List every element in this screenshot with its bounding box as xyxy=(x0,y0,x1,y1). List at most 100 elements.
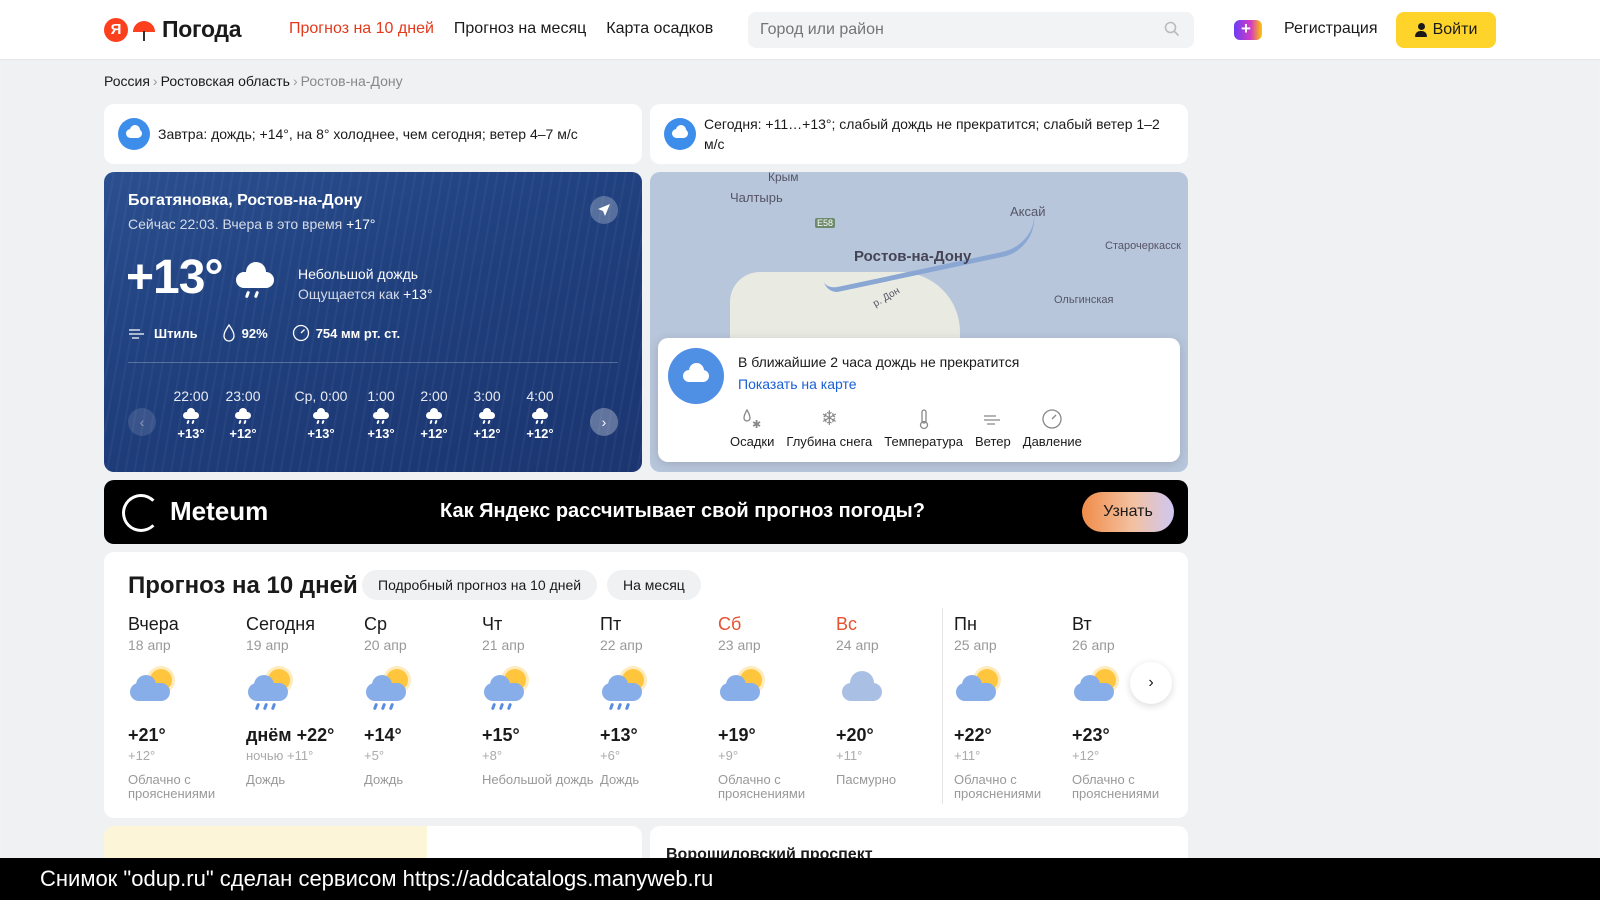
show-on-map-link[interactable]: Показать на карте xyxy=(738,376,857,392)
nowcast-popup: В ближайшие 2 часа дождь не прекратится … xyxy=(658,338,1180,462)
layer-pressure[interactable]: Давление xyxy=(1023,408,1082,449)
nav-month[interactable]: Прогноз на месяц xyxy=(454,20,586,38)
breadcrumb-separator: › xyxy=(292,73,298,89)
rain-icon xyxy=(233,408,253,425)
forecast-day[interactable]: Пн 25 апр +22° +11° Облачно с прояснениями xyxy=(954,614,1066,801)
current-params: Штиль 92% 754 мм рт. ст. xyxy=(128,324,400,342)
current-temperature: +13° xyxy=(126,251,224,304)
main-nav: Прогноз на 10 дней Прогноз на месяц Карт… xyxy=(289,20,713,38)
layer-snow-depth[interactable]: ❄ Глубина снега xyxy=(786,408,872,449)
rain-cloud-icon xyxy=(668,348,724,404)
forecast-day[interactable]: Вт 26 апр +23° +12° Облачно с прояснениями xyxy=(1072,614,1184,801)
layer-temperature[interactable]: Температура xyxy=(884,408,963,449)
rain-icon xyxy=(424,408,444,425)
umbrella-logo-icon xyxy=(132,18,156,42)
forecast-title: Прогноз на 10 дней xyxy=(128,572,358,599)
wind-param: Штиль xyxy=(128,324,198,342)
layer-label: Глубина снега xyxy=(786,434,873,449)
forecast-day[interactable]: Сб 23 апр +19° +9° Облачно с прояснениями xyxy=(718,614,830,801)
detailed-forecast-pill[interactable]: Подробный прогноз на 10 дней xyxy=(362,570,598,600)
day-name: Пт xyxy=(600,614,622,634)
nowcast-text: В ближайшие 2 часа дождь не прекратится xyxy=(738,354,1020,370)
meteum-banner[interactable]: Meteum Как Яндекс рассчитывает свой прог… xyxy=(104,480,1188,544)
day-date: 20 апр xyxy=(364,637,407,653)
breadcrumb-country[interactable]: Россия xyxy=(104,73,150,89)
learn-more-button[interactable]: Узнать xyxy=(1082,492,1174,532)
partly-cloudy-icon xyxy=(128,665,178,711)
day-condition: Небольшой дождь xyxy=(482,772,594,787)
tomorrow-alert-card[interactable]: Завтра: дождь; +14°, на 8° холоднее, чем… xyxy=(104,104,642,164)
breadcrumb-region[interactable]: Ростовская область xyxy=(161,73,290,89)
register-link[interactable]: Регистрация xyxy=(1284,20,1378,38)
hour-time: 4:00 xyxy=(526,388,554,404)
thermometer-icon xyxy=(919,409,928,430)
hour-temp: +13° xyxy=(307,426,335,441)
day-date: 19 апр xyxy=(246,637,289,653)
day-low: +12° xyxy=(128,748,156,763)
day-date: 25 апр xyxy=(954,637,997,653)
day-date: 26 апр xyxy=(1072,637,1115,653)
hour-time: 3:00 xyxy=(473,388,501,404)
hour-temp: +13° xyxy=(367,426,395,441)
partly-cloudy-icon xyxy=(1072,665,1122,711)
day-name: Вс xyxy=(836,614,858,634)
day-low: +11° xyxy=(836,748,863,763)
day-condition: Облачно с прояснениями xyxy=(1072,772,1160,801)
day-low: +5° xyxy=(364,748,385,763)
layer-label: Ветер xyxy=(975,434,1011,449)
hours-prev-button[interactable]: ‹ xyxy=(128,408,156,436)
ten-day-forecast: Прогноз на 10 дней Подробный прогноз на … xyxy=(104,552,1188,818)
location-name[interactable]: Богатяновка, Ростов-на-Дону xyxy=(128,192,362,210)
map-city: Ростов-на-Дону xyxy=(854,248,972,265)
map-label: Старочеркасск xyxy=(1105,240,1181,252)
day-low: ночью +11° xyxy=(246,748,314,763)
day-high: +20° xyxy=(836,725,874,745)
wind-value: Штиль xyxy=(154,325,198,341)
day-low: +12° xyxy=(1072,748,1100,763)
road-badge: Е58 xyxy=(815,218,836,228)
precipitation-map[interactable]: Крым Чалтырь Аксай Старочеркасск Ольгинс… xyxy=(650,172,1188,472)
forecast-next-button[interactable]: › xyxy=(1130,662,1172,704)
rain-icon xyxy=(181,408,201,425)
logo[interactable]: Я Погода xyxy=(104,16,242,43)
humidity-value: 92% xyxy=(241,325,268,341)
week-separator xyxy=(942,608,943,804)
today-alert-card[interactable]: Сегодня: +11…+13°; слабый дождь не прекр… xyxy=(650,104,1188,164)
nav-precipitation-map[interactable]: Карта осадков xyxy=(606,20,713,38)
search-input[interactable] xyxy=(760,21,1150,39)
forecast-day[interactable]: Вс 24 апр +20° +11° Пасмурно xyxy=(836,614,948,787)
search-box xyxy=(748,12,1194,48)
snowflake-icon: ❄ xyxy=(820,408,838,430)
search-icon[interactable] xyxy=(1164,21,1180,37)
day-condition: Облачно с прояснениями xyxy=(128,772,216,801)
forecast-day[interactable]: Чт 21 апр +15° +8° Небольшой дождь xyxy=(482,614,594,787)
breadcrumb-city: Ростов-на-Дону xyxy=(300,73,403,89)
forecast-day[interactable]: Ср 20 апр +14° +5° Дождь xyxy=(364,614,476,787)
forecast-day[interactable]: Пт 22 апр +13° +6° Дождь xyxy=(600,614,712,787)
sun-cloud-icon xyxy=(118,118,150,150)
login-label: Войти xyxy=(1432,21,1478,38)
pressure-value: 754 мм рт. ст. xyxy=(315,325,401,341)
day-condition: Пасмурно xyxy=(836,772,897,787)
forecast-day[interactable]: Сегодня 19 апр днём +22° ночью +11° Дождь xyxy=(246,614,358,787)
forecast-day[interactable]: Вчера 18 апр +21° +12° Облачно с прояснениям… xyxy=(128,614,240,801)
layer-wind[interactable]: Ветер xyxy=(975,408,1011,449)
map-label: Крым xyxy=(768,172,799,184)
layer-precipitation[interactable]: ✱ Осадки xyxy=(730,408,774,449)
hour-time: 22:00 xyxy=(173,388,209,404)
day-name: Ср xyxy=(364,614,388,634)
day-low: +9° xyxy=(718,748,739,763)
plus-icon[interactable] xyxy=(1234,19,1262,40)
month-forecast-pill[interactable]: На месяц xyxy=(607,570,701,600)
rain-sun-icon xyxy=(364,665,414,711)
day-date: 24 апр xyxy=(836,637,879,653)
login-button[interactable]: Войти xyxy=(1396,12,1496,48)
hour-item: 4:00 +12° xyxy=(513,388,567,441)
locate-button[interactable] xyxy=(590,196,618,224)
layer-label: Осадки xyxy=(730,434,775,449)
hours-next-button[interactable]: › xyxy=(590,408,618,436)
logo-text: Погода xyxy=(162,16,242,42)
day-low: +8° xyxy=(482,748,503,763)
nav-10-days[interactable]: Прогноз на 10 дней xyxy=(289,20,434,38)
day-high: днём +22° xyxy=(246,725,335,745)
